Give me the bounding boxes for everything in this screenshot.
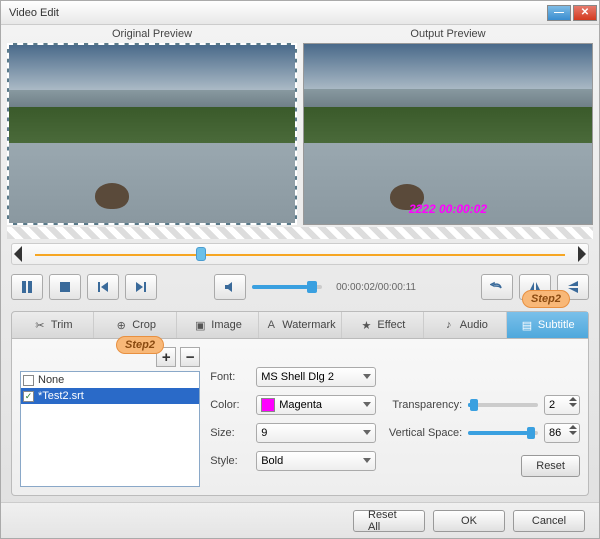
video-edit-window: Video Edit — ✕ Original Preview Output P… — [0, 0, 600, 539]
next-frame-button[interactable] — [125, 274, 157, 300]
checkbox[interactable]: ✓ — [23, 391, 34, 402]
tab-label: Trim — [51, 319, 73, 331]
chevron-down-icon — [363, 430, 371, 435]
close-button[interactable]: ✕ — [573, 5, 597, 21]
dialog-footer: Reset All OK Cancel — [1, 502, 599, 538]
time-display: 00:00:02/00:00:11 — [336, 282, 416, 293]
timeline-playhead[interactable] — [196, 247, 206, 261]
image-icon: ▣ — [193, 318, 207, 332]
size-value: 9 — [261, 427, 267, 439]
transparency-value: 2 — [549, 399, 555, 411]
vertical-space-spinner[interactable]: 86 — [544, 423, 580, 443]
crop-icon: ⊕ — [114, 318, 128, 332]
list-item[interactable]: None — [21, 372, 199, 388]
tab-trim[interactable]: ✂ Trim — [12, 312, 94, 338]
step2-callout-crop: Step2 — [116, 336, 164, 354]
tab-label: Effect — [377, 319, 405, 331]
subtitle-list-column: + − None ✓ *Test2.srt — [20, 347, 200, 487]
original-preview[interactable] — [7, 43, 297, 225]
list-item[interactable]: ✓ *Test2.srt — [21, 388, 199, 404]
tab-label: Image — [211, 319, 242, 331]
remove-subtitle-button[interactable]: − — [180, 347, 200, 367]
subtitle-item-label: None — [38, 374, 64, 386]
tab-label: Watermark — [282, 319, 335, 331]
volume-slider[interactable] — [252, 285, 322, 289]
output-preview[interactable]: 2222 00:00:02 — [303, 43, 593, 225]
original-preview-col: Original Preview — [7, 25, 297, 225]
subtitle-list[interactable]: None ✓ *Test2.srt — [20, 371, 200, 487]
font-label: Font: — [210, 371, 248, 383]
transparency-spinner[interactable]: 2 — [544, 395, 580, 415]
tab-watermark[interactable]: A Watermark — [259, 312, 341, 338]
font-value: MS Shell Dlg 2 — [261, 371, 334, 383]
ok-button[interactable]: OK — [433, 510, 505, 532]
subtitle-overlay-text: 2222 00:00:02 — [304, 202, 592, 216]
window-buttons: — ✕ — [547, 5, 597, 21]
output-preview-col: Output Preview 2222 00:00:02 — [303, 25, 593, 225]
reset-button[interactable]: Reset — [521, 455, 580, 477]
tab-label: Subtitle — [538, 319, 575, 331]
timeline[interactable] — [11, 243, 589, 265]
subtitle-item-label: *Test2.srt — [38, 390, 84, 402]
volume-button[interactable] — [214, 274, 246, 300]
reset-all-button[interactable]: Reset All — [353, 510, 425, 532]
color-value: Magenta — [279, 399, 322, 411]
checker-strip — [7, 227, 593, 239]
transparency-label: Transparency: — [386, 399, 462, 411]
vertical-space-value: 86 — [549, 427, 561, 439]
edit-tabs: Step2 Step2 ✂Trim ⊕Crop ▣Image AWatermar… — [11, 311, 589, 339]
tab-label: Audio — [460, 319, 488, 331]
text-icon: A — [264, 318, 278, 332]
output-preview-label: Output Preview — [303, 25, 593, 43]
pause-button[interactable] — [11, 274, 43, 300]
minimize-button[interactable]: — — [547, 5, 571, 21]
tab-image[interactable]: ▣ Image — [177, 312, 259, 338]
timeline-start-handle[interactable] — [14, 246, 22, 262]
vertical-space-label: Vertical Space: — [386, 427, 462, 439]
size-combo[interactable]: 9 — [256, 423, 376, 443]
style-label: Style: — [210, 455, 248, 467]
size-label: Size: — [210, 427, 248, 439]
cancel-button[interactable]: Cancel — [513, 510, 585, 532]
music-note-icon: ♪ — [442, 318, 456, 332]
scissors-icon: ✂ — [33, 318, 47, 332]
font-combo[interactable]: MS Shell Dlg 2 — [256, 367, 376, 387]
chevron-down-icon — [363, 458, 371, 463]
checkbox[interactable] — [23, 375, 34, 386]
undo-button[interactable] — [481, 274, 513, 300]
subtitle-style-form: Font: MS Shell Dlg 2 Color: Magenta Size… — [210, 347, 376, 487]
tab-audio[interactable]: ♪ Audio — [424, 312, 506, 338]
star-icon: ★ — [359, 318, 373, 332]
color-combo[interactable]: Magenta — [256, 395, 376, 415]
chevron-down-icon — [363, 374, 371, 379]
subtitle-settings-panel: + − None ✓ *Test2.srt Font: MS Shell Dlg… — [11, 339, 589, 496]
window-title: Video Edit — [9, 7, 547, 19]
timeline-end-handle[interactable] — [578, 246, 586, 262]
tab-crop[interactable]: ⊕ Crop — [94, 312, 176, 338]
titlebar: Video Edit — ✕ — [1, 1, 599, 25]
tab-effect[interactable]: ★ Effect — [342, 312, 424, 338]
style-value: Bold — [261, 455, 283, 467]
stop-button[interactable] — [49, 274, 81, 300]
color-swatch — [261, 398, 275, 412]
prev-frame-button[interactable] — [87, 274, 119, 300]
transparency-slider[interactable] — [468, 403, 538, 407]
style-combo[interactable]: Bold — [256, 451, 376, 471]
preview-row: Original Preview Output Preview 2222 00:… — [1, 25, 599, 225]
subtitle-list-buttons: + − — [20, 347, 200, 367]
playback-controls: 00:00:02/00:00:11 — [11, 271, 589, 303]
vertical-space-slider[interactable] — [468, 431, 538, 435]
subtitle-position-column: Transparency: 2 Vertical Space: 86 Reset — [386, 347, 580, 487]
original-preview-label: Original Preview — [7, 25, 297, 43]
step2-callout-subtitle: Step2 — [522, 290, 570, 308]
chevron-down-icon — [363, 402, 371, 407]
tab-subtitle[interactable]: ▤ Subtitle — [507, 312, 588, 338]
subtitle-icon: ▤ — [520, 318, 534, 332]
tab-label: Crop — [132, 319, 156, 331]
color-label: Color: — [210, 399, 248, 411]
